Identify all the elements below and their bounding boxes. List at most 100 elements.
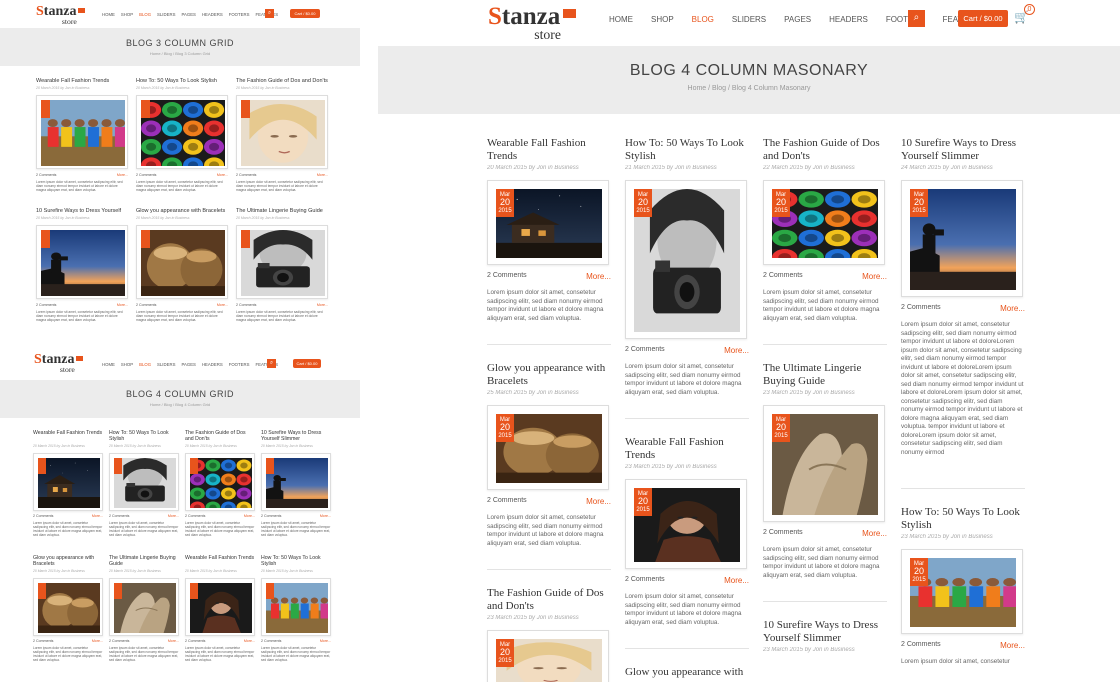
t4-post-title[interactable]: Wearable Fall Fashion Trends [33,430,103,443]
more-link[interactable]: More... [862,529,887,538]
t4-logo[interactable]: Stanza store [34,353,83,374]
main-search-button[interactable]: ⌕ [908,10,925,27]
post-title[interactable]: 10 Surefire Ways to Dress Yourself Slimm… [901,137,1025,163]
t3-comments-link[interactable]: 2 Comments [236,173,256,177]
post-title[interactable]: Glow you appearance with Bracelets [487,362,611,388]
more-link[interactable]: More... [862,272,887,281]
main-cart-button[interactable]: Cart / $0.00 [958,10,1008,27]
t3-post-title[interactable]: Wearable Fall Fashion Trends [36,78,128,85]
t3-comments-link[interactable]: 2 Comments [36,173,56,177]
t4-search-button[interactable]: ⌕ [267,359,276,368]
main-nav-blog[interactable]: BLOG [692,15,714,24]
post-title[interactable]: The Ultimate Lingerie Buying Guide [763,362,887,388]
t4-post-title[interactable]: 10 Surefire Ways to Dress Yourself Slimm… [261,430,331,443]
t3-post-title[interactable]: The Fashion Guide of Dos and Don'ts [236,78,328,85]
post-image-frame[interactable]: Mar 20 2015 [625,479,747,569]
t4-more-link[interactable]: More... [168,639,179,643]
t3-nav-blog[interactable]: BLOG [139,12,151,17]
t3-post-title[interactable]: 10 Surefire Ways to Dress Yourself [36,208,128,215]
post-title[interactable]: Wearable Fall Fashion Trends [625,436,749,462]
t4-nav-pages[interactable]: PAGES [181,362,196,367]
post-image-frame[interactable]: Mar 20 2015 [901,548,1023,634]
t4-post-image-frame[interactable] [109,578,179,636]
main-breadcrumb[interactable]: Home / Blog / Blog 4 Column Masonary [378,85,1120,92]
t3-more-link[interactable]: More... [117,303,128,307]
post-title[interactable]: How To: 50 Ways To Look Stylish [901,506,1025,532]
t3-post-image-frame[interactable] [136,225,228,299]
t4-more-link[interactable]: More... [244,639,255,643]
t4-nav-shop[interactable]: SHOP [121,362,133,367]
t4-comments-link[interactable]: 2 Comments [261,639,281,643]
t3-nav-sliders[interactable]: SLIDERS [157,12,175,17]
post-title[interactable]: Glow you appearance with [625,666,749,679]
main-nav-shop[interactable]: SHOP [651,15,674,24]
t4-comments-link[interactable]: 2 Comments [185,514,205,518]
t4-post-title[interactable]: The Fashion Guide of Dos and Don'ts [185,430,255,443]
t3-comments-link[interactable]: 2 Comments [136,173,156,177]
t4-post-image-frame[interactable] [185,453,255,511]
comments-link[interactable]: 2 Comments [487,272,527,281]
more-link[interactable]: More... [1000,641,1025,650]
t4-more-link[interactable]: More... [320,514,331,518]
comments-link[interactable]: 2 Comments [763,272,803,281]
t3-post-image-frame[interactable] [36,225,128,299]
t4-comments-link[interactable]: 2 Comments [33,514,53,518]
comments-link[interactable]: 2 Comments [487,497,527,506]
post-title[interactable]: The Fashion Guide of Dos and Don'ts [487,587,611,613]
more-link[interactable]: More... [724,576,749,585]
t4-comments-link[interactable]: 2 Comments [109,514,129,518]
t4-post-image-frame[interactable] [109,453,179,511]
main-logo[interactable]: Stanza store [488,4,576,41]
t4-comments-link[interactable]: 2 Comments [185,639,205,643]
main-nav-home[interactable]: HOME [609,15,633,24]
t3-post-image-frame[interactable] [136,95,228,169]
t3-post-image-frame[interactable] [36,95,128,169]
t3-post-image-frame[interactable] [236,95,328,169]
main-nav-sliders[interactable]: SLIDERS [732,15,766,24]
more-link[interactable]: More... [586,497,611,506]
t4-more-link[interactable]: More... [244,514,255,518]
t4-post-image-frame[interactable] [261,453,331,511]
t3-more-link[interactable]: More... [317,173,328,177]
t4-cart-button[interactable]: Cart / $0.00 [293,359,321,368]
more-link[interactable]: More... [724,346,749,355]
post-image-frame[interactable]: Mar 20 2015 [901,180,1023,297]
t4-more-link[interactable]: More... [320,639,331,643]
main-nav-headers[interactable]: HEADERS [829,15,868,24]
t3-more-link[interactable]: More... [317,303,328,307]
t3-nav-footers[interactable]: FOOTERS [229,12,250,17]
t3-nav-headers[interactable]: HEADERS [202,12,223,17]
t4-post-image-frame[interactable] [185,578,255,636]
t4-post-title[interactable]: Glow you appearance with Bracelets [33,555,103,568]
t4-post-title[interactable]: Wearable Fall Fashion Trends [185,555,255,568]
t3-more-link[interactable]: More... [217,173,228,177]
t4-nav-home[interactable]: HOME [102,362,115,367]
comments-link[interactable]: 2 Comments [901,304,941,313]
t3-cart-button[interactable]: Cart / $0.00 [290,9,320,18]
t4-comments-link[interactable]: 2 Comments [261,514,281,518]
t4-post-title[interactable]: How To: 50 Ways To Look Stylish [109,430,179,443]
t4-more-link[interactable]: More... [168,514,179,518]
t4-more-link[interactable]: More... [92,639,103,643]
comments-link[interactable]: 2 Comments [625,576,665,585]
t3-breadcrumb[interactable]: Home / Blog / Blog 3 Column Grid [0,51,360,56]
t3-more-link[interactable]: More... [217,303,228,307]
post-image-frame[interactable]: Mar 20 2015 [763,180,885,265]
t3-comments-link[interactable]: 2 Comments [236,303,256,307]
t3-search-button[interactable]: ⌕ [265,9,274,18]
t3-logo[interactable]: Stanza store [36,5,85,26]
t3-post-title[interactable]: The Ultimate Lingerie Buying Guide [236,208,328,215]
t3-comments-link[interactable]: 2 Comments [136,303,156,307]
post-image-frame[interactable]: Mar 20 2015 [487,180,609,265]
post-title[interactable]: 10 Surefire Ways to Dress Yourself Slimm… [763,619,887,645]
t4-nav-headers[interactable]: HEADERS [202,362,223,367]
post-title[interactable]: The Fashion Guide of Dos and Don'ts [763,137,887,163]
post-image-frame[interactable]: Mar 20 2015 [487,630,609,682]
t4-comments-link[interactable]: 2 Comments [33,639,53,643]
main-nav-pages[interactable]: PAGES [784,15,811,24]
t4-nav-sliders[interactable]: SLIDERS [157,362,175,367]
t3-nav-pages[interactable]: PAGES [181,12,196,17]
post-image-frame[interactable]: Mar 20 2015 [625,180,747,339]
comments-link[interactable]: 2 Comments [763,529,803,538]
t4-nav-blog[interactable]: BLOG [139,362,151,367]
